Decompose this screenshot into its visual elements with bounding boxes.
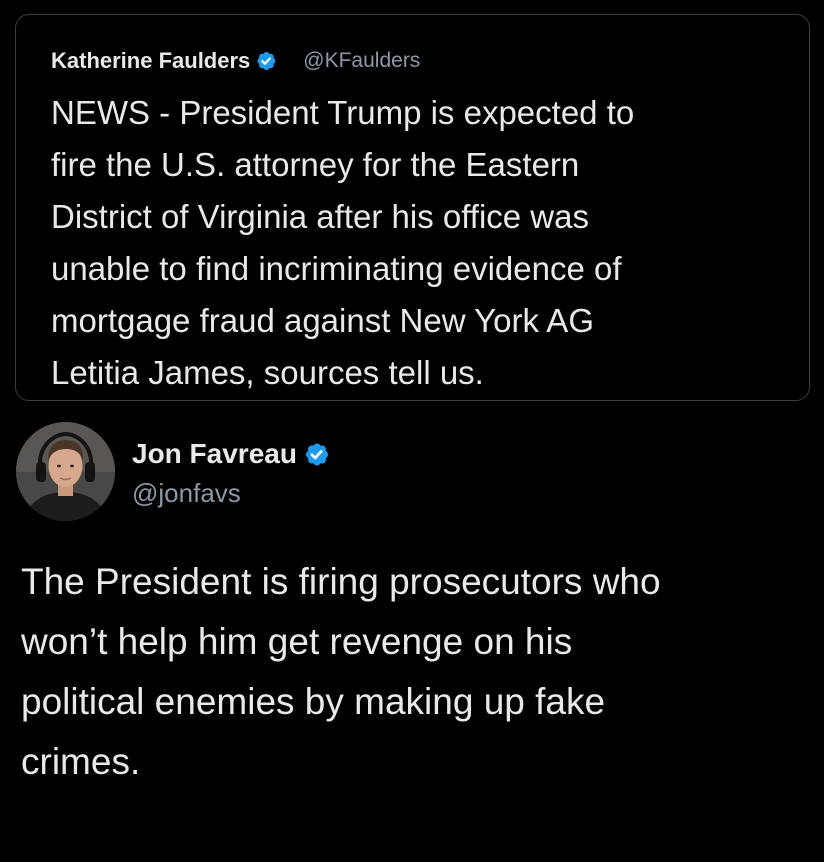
author-info: Jon Favreau @jonfavs	[132, 422, 330, 509]
tweet-text: The President is firing prosecutors who …	[21, 561, 661, 782]
verified-badge-icon	[303, 441, 330, 468]
author-name-row: Jon Favreau	[132, 436, 330, 472]
quoted-author-handle[interactable]: @KFaulders	[303, 49, 420, 73]
quoted-tweet-header: Katherine Faulders @KFaulders	[51, 43, 420, 79]
author-name[interactable]: Jon Favreau	[132, 438, 297, 470]
verified-badge-icon	[255, 50, 277, 72]
quoted-tweet-text: NEWS - President Trump is expected to fi…	[51, 94, 635, 391]
quoted-author-name[interactable]: Katherine Faulders	[51, 48, 250, 74]
quoted-tweet-card[interactable]: Katherine Faulders @KFaulders NEWS - Pre…	[15, 14, 810, 401]
avatar[interactable]	[16, 422, 115, 521]
tweet-author: Jon Favreau @jonfavs	[16, 422, 330, 521]
author-handle[interactable]: @jonfavs	[132, 478, 330, 509]
